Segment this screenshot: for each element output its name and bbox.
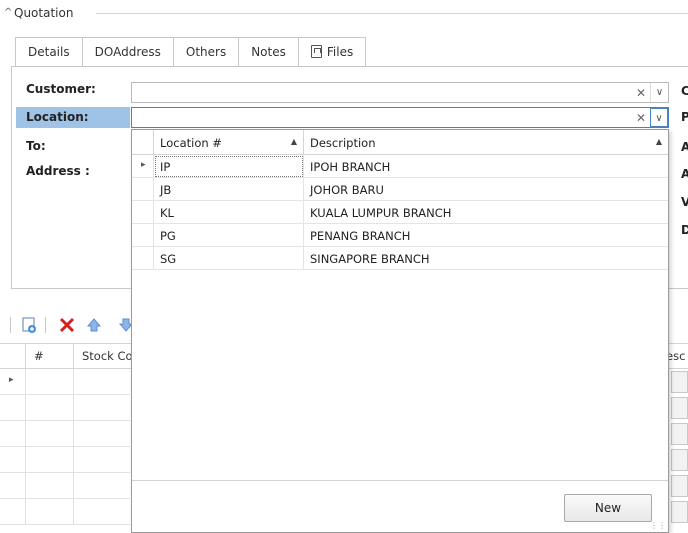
table-cell[interactable]	[26, 473, 74, 499]
column-header-label: Description	[310, 136, 376, 150]
lookup-row[interactable]: PG PENANG BRANCH	[132, 224, 668, 247]
row-indicator	[0, 473, 26, 499]
quotation-group-header[interactable]: ^ Quotation	[0, 0, 688, 26]
lookup-cell-description[interactable]: SINGAPORE BRANCH	[304, 247, 668, 270]
lookup-col-location[interactable]: Location # ▲	[154, 130, 304, 155]
tab-files[interactable]: Files	[298, 37, 367, 67]
toolbar-separator	[10, 317, 11, 333]
row-indicator	[0, 421, 26, 447]
lookup-cell-code[interactable]: JB	[154, 178, 304, 201]
tab-others[interactable]: Others	[173, 37, 240, 67]
tab-doaddress[interactable]: DOAddress	[82, 37, 174, 67]
location-label: Location:	[16, 107, 130, 128]
lookup-col-description[interactable]: Description ▲	[304, 130, 668, 155]
tab-details[interactable]: Details	[15, 37, 83, 67]
lookup-cell-description[interactable]: JOHOR BARU	[304, 178, 668, 201]
table-cell[interactable]	[26, 369, 74, 395]
right-field-label: C	[681, 84, 688, 98]
row-edit-button[interactable]	[671, 397, 688, 419]
row-indicator	[0, 395, 26, 421]
grid-col-indicator	[0, 343, 26, 369]
right-field-label: P	[681, 110, 688, 124]
customer-combo[interactable]: ✕ ∨	[131, 82, 669, 103]
lookup-cell-description[interactable]: PENANG BRANCH	[304, 224, 668, 247]
lookup-row[interactable]: JB JOHOR BARU	[132, 178, 668, 201]
row-indicator: ▸	[132, 155, 154, 178]
table-cell[interactable]	[26, 447, 74, 473]
row-edit-button[interactable]	[671, 371, 688, 393]
grid-col-desc[interactable]: esc	[666, 343, 688, 369]
table-row[interactable]: ▸	[0, 369, 130, 395]
lookup-cell-code[interactable]: KL	[154, 201, 304, 224]
clear-icon[interactable]: ✕	[636, 86, 646, 100]
tab-label: Others	[185, 45, 227, 59]
tab-label: DOAddress	[94, 45, 161, 59]
right-field-label: A	[681, 167, 688, 181]
tab-notes[interactable]: Notes	[239, 37, 299, 67]
table-cell[interactable]	[26, 421, 74, 447]
lookup-grid-header: Location # ▲ Description ▲	[132, 130, 668, 155]
lookup-row[interactable]: KL KUALA LUMPUR BRANCH	[132, 201, 668, 224]
customer-label: Customer:	[26, 82, 96, 96]
grid-col-stock-code[interactable]: Stock Co	[74, 343, 134, 369]
address-label: Address :	[26, 164, 90, 178]
table-row[interactable]	[0, 447, 130, 473]
lookup-cell-code[interactable]: IP	[154, 155, 304, 178]
table-row[interactable]	[0, 473, 130, 499]
sort-ascending-icon: ▲	[290, 137, 297, 146]
tab-strip: Details DOAddress Others Notes Files	[15, 37, 367, 67]
grid-col-number[interactable]: #	[26, 343, 74, 369]
new-location-button[interactable]: New	[564, 494, 652, 522]
lookup-cell-description[interactable]: KUALA LUMPUR BRANCH	[304, 201, 668, 224]
right-field-label: D	[681, 223, 688, 237]
lookup-cell-description[interactable]: IPOH BRANCH	[304, 155, 668, 178]
toolbar-separator	[45, 317, 46, 333]
delete-icon[interactable]	[58, 316, 76, 337]
table-row[interactable]	[0, 395, 130, 421]
row-indicator	[132, 224, 154, 247]
row-indicator	[0, 447, 26, 473]
table-cell[interactable]	[26, 499, 74, 525]
row-edit-button[interactable]	[671, 449, 688, 471]
move-up-icon[interactable]	[86, 317, 102, 336]
row-edit-button[interactable]	[671, 423, 688, 445]
lookup-cell-code[interactable]: SG	[154, 247, 304, 270]
chevron-up-icon[interactable]: ^	[4, 7, 12, 18]
chevron-down-icon[interactable]: ∨	[650, 108, 668, 127]
table-cell[interactable]	[26, 395, 74, 421]
clear-icon[interactable]: ✕	[636, 111, 646, 125]
row-indicator	[0, 499, 26, 525]
resize-grip-icon[interactable]: ⋮⋮	[650, 521, 666, 530]
row-indicator	[132, 201, 154, 224]
tab-label: Details	[28, 45, 70, 59]
right-field-label: V	[681, 195, 688, 209]
table-row[interactable]	[0, 421, 130, 447]
column-header-label: Location #	[160, 136, 222, 150]
row-indicator	[132, 247, 154, 270]
sort-ascending-icon: ▲	[655, 137, 662, 146]
row-edit-button[interactable]	[671, 501, 688, 523]
location-lookup-popup: Location # ▲ Description ▲ ▸ IP IPOH BRA…	[131, 129, 669, 533]
lookup-indicator-header	[132, 130, 154, 155]
lookup-row[interactable]: ▸ IP IPOH BRANCH	[132, 155, 668, 178]
lookup-row[interactable]: SG SINGAPORE BRANCH	[132, 247, 668, 270]
table-row[interactable]	[0, 499, 130, 525]
to-label: To:	[26, 139, 46, 153]
right-field-label: A	[681, 140, 688, 154]
group-title: Quotation	[14, 6, 74, 20]
row-edit-button[interactable]	[671, 475, 688, 497]
tab-label: Notes	[251, 45, 286, 59]
detail-toolbar	[0, 313, 140, 337]
location-combo[interactable]: ✕ ∨	[131, 107, 669, 128]
group-divider	[96, 13, 688, 14]
chevron-down-icon[interactable]: ∨	[650, 83, 668, 102]
lookup-cell-code[interactable]: PG	[154, 224, 304, 247]
file-icon	[310, 45, 322, 58]
row-indicator: ▸	[0, 369, 26, 395]
add-row-icon[interactable]	[21, 317, 37, 336]
row-indicator	[132, 178, 154, 201]
tab-label: Files	[326, 45, 354, 59]
